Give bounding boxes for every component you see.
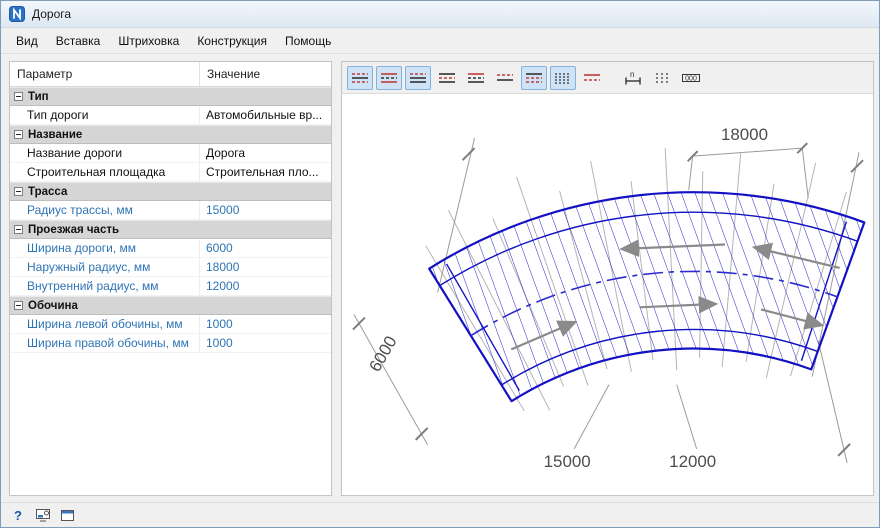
road-preview-drawing: 18000 6000 15000 12000 [342, 94, 873, 495]
window-icon [61, 509, 75, 522]
monitor-icon [36, 509, 51, 522]
toolbar-button-4[interactable] [434, 66, 460, 90]
road-style-toolbar: n 000 [342, 62, 873, 94]
window-title: Дорога [32, 7, 71, 21]
toolbar-button-3[interactable] [405, 66, 431, 90]
titlebar[interactable]: Дорога [1, 1, 879, 28]
toolbar-button-5[interactable] [463, 66, 489, 90]
collapse-icon[interactable] [14, 225, 23, 234]
toolbar-button-8[interactable] [550, 66, 576, 90]
param-row-right-shoulder[interactable]: Ширина правой обочины, мм 1000 [10, 334, 331, 353]
section-row-carriageway[interactable]: Проезжая часть [10, 220, 331, 239]
svg-text:n: n [630, 71, 634, 79]
section-row-route[interactable]: Трасса [10, 182, 331, 201]
menu-help[interactable]: Помощь [276, 29, 340, 53]
menu-insert[interactable]: Вставка [47, 29, 110, 53]
param-row-site[interactable]: Строительная площадка Строительная пло..… [10, 163, 331, 182]
param-row-road-name[interactable]: Название дороги Дорога [10, 144, 331, 163]
dimension-outer-radius: 18000 [721, 125, 768, 144]
section-row-type[interactable]: Тип [10, 87, 331, 106]
statusbar: ? [1, 502, 879, 527]
culvert-icon: 000 [681, 71, 701, 85]
collapse-icon[interactable] [14, 187, 23, 196]
param-row-outer-radius[interactable]: Наружный радиус, мм 18000 [10, 258, 331, 277]
dialog-content: Параметр Значение Тип Тип дороги Автомоб… [1, 54, 879, 502]
svg-text:000: 000 [685, 75, 697, 82]
toolbar-button-12[interactable]: 000 [678, 66, 704, 90]
param-row-left-shoulder[interactable]: Ширина левой обочины, мм 1000 [10, 315, 331, 334]
param-row-inner-radius[interactable]: Внутренний радиус, мм 12000 [10, 277, 331, 296]
menu-hatch[interactable]: Штриховка [109, 29, 188, 53]
hatch-marks-icon [652, 71, 672, 85]
column-header-parameter: Параметр [10, 62, 200, 86]
road-dialog-window: Дорога Вид Вставка Штриховка Конструкция… [0, 0, 880, 528]
dimension-road-width: 6000 [365, 333, 400, 375]
toolbar-button-6[interactable] [492, 66, 518, 90]
collapse-icon[interactable] [14, 301, 23, 310]
section-row-name[interactable]: Название [10, 125, 331, 144]
param-row-route-radius[interactable]: Радиус трассы, мм 15000 [10, 201, 331, 220]
menu-view[interactable]: Вид [7, 29, 47, 53]
toolbar-button-11[interactable] [649, 66, 675, 90]
toolbar-button-10[interactable]: n [620, 66, 646, 90]
preview-panel: n 000 [341, 61, 874, 496]
road-geometry [429, 192, 864, 401]
help-button[interactable]: ? [10, 507, 26, 523]
dialog-settings-button[interactable] [60, 507, 76, 523]
collapse-icon[interactable] [14, 92, 23, 101]
menubar: Вид Вставка Штриховка Конструкция Помощь [1, 28, 879, 54]
n-step-icon: n [623, 71, 643, 85]
collapse-icon[interactable] [14, 130, 23, 139]
property-grid-header: Параметр Значение [10, 62, 331, 87]
param-row-road-width[interactable]: Ширина дороги, мм 6000 [10, 239, 331, 258]
param-row-road-type[interactable]: Тип дороги Автомобильные вр... [10, 106, 331, 125]
column-header-value: Значение [200, 67, 260, 81]
dimension-centerline-radius: 15000 [544, 452, 591, 471]
toolbar-button-9[interactable] [579, 66, 605, 90]
menu-construction[interactable]: Конструкция [188, 29, 276, 53]
toolbar-button-2[interactable] [376, 66, 402, 90]
question-icon: ? [14, 508, 22, 523]
view-settings-button[interactable] [35, 507, 51, 523]
property-grid: Параметр Значение Тип Тип дороги Автомоб… [9, 61, 332, 496]
app-logo-icon [9, 6, 25, 22]
dimension-inner-radius: 12000 [669, 452, 716, 471]
toolbar-button-7[interactable] [521, 66, 547, 90]
toolbar-button-1[interactable] [347, 66, 373, 90]
road-preview[interactable]: 18000 6000 15000 12000 [342, 94, 873, 495]
section-row-shoulder[interactable]: Обочина [10, 296, 331, 315]
